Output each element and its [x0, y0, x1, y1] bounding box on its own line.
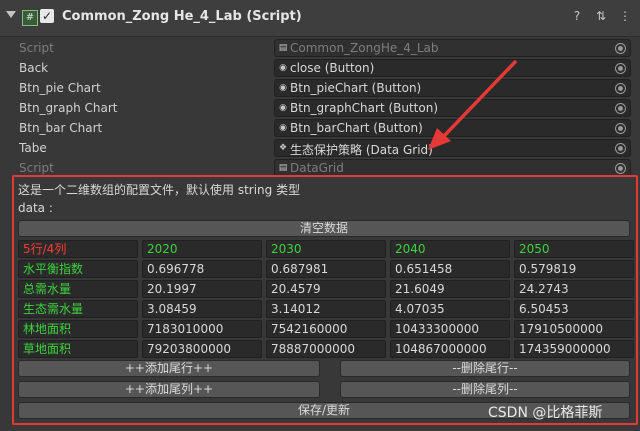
- button-object-icon: ◉: [279, 103, 287, 113]
- script-icon: #: [22, 10, 38, 26]
- property-row-btn-bar-chart: Btn_bar Chart ◉ Btn_barChart (Button): [0, 118, 640, 138]
- grid-row-header[interactable]: 草地面积: [18, 340, 138, 358]
- grid-value-cell[interactable]: 79203800000: [142, 340, 262, 358]
- object-field-value: DataGrid: [290, 161, 344, 175]
- button-object-icon: ◉: [279, 63, 287, 73]
- object-picker-icon[interactable]: [615, 83, 626, 94]
- grid-corner-cell[interactable]: 5行/4列: [18, 240, 138, 258]
- delete-row-button[interactable]: --删除尾行--: [340, 360, 630, 377]
- grid-year-cell[interactable]: 2040: [390, 240, 510, 258]
- property-row-btn-pie-chart: Btn_pie Chart ◉ Btn_pieChart (Button): [0, 78, 640, 98]
- add-row-button[interactable]: ++添加尾行++: [18, 360, 320, 377]
- object-picker-icon[interactable]: [615, 163, 626, 174]
- object-field-value: Common_ZongHe_4_Lab: [290, 41, 439, 55]
- object-picker-icon[interactable]: [615, 63, 626, 74]
- grid-row-header[interactable]: 总需水量: [18, 280, 138, 298]
- grid-value-cell[interactable]: 7542160000: [266, 320, 386, 338]
- watermark: CSDN @比格菲斯: [488, 405, 603, 421]
- grid-value-cell[interactable]: 10433300000: [390, 320, 510, 338]
- more-options-icon[interactable]: ⋮: [618, 9, 632, 23]
- object-field-value: Btn_pieChart (Button): [290, 81, 422, 95]
- datagrid-object-icon: ❖: [278, 143, 288, 153]
- delete-column-button[interactable]: --删除尾列--: [340, 381, 630, 398]
- property-label: Back: [19, 61, 49, 75]
- object-field-value: Btn_graphChart (Button): [290, 101, 439, 115]
- grid-value-cell[interactable]: 21.6049: [390, 280, 510, 298]
- property-label: Btn_graph Chart: [19, 101, 118, 115]
- grid-value-cell[interactable]: 17910500000: [514, 320, 634, 338]
- grid-value-cell[interactable]: 3.14012: [266, 300, 386, 318]
- button-object-icon: ◉: [279, 123, 287, 133]
- object-picker-icon[interactable]: [615, 143, 626, 154]
- grid-value-cell[interactable]: 104867000000: [390, 340, 510, 358]
- object-field-btn-graph-chart[interactable]: ◉ Btn_graphChart (Button): [274, 99, 631, 117]
- property-row-script: Script ▤ Common_ZongHe_4_Lab: [0, 38, 640, 58]
- object-field-script[interactable]: ▤ Common_ZongHe_4_Lab: [274, 39, 631, 57]
- grid-row-header[interactable]: 生态需水量: [18, 300, 138, 318]
- grid-value-cell[interactable]: 20.4579: [266, 280, 386, 298]
- grid-value-cell[interactable]: 3.08459: [142, 300, 262, 318]
- property-label: Btn_bar Chart: [19, 121, 103, 135]
- help-icon[interactable]: ?: [570, 9, 584, 23]
- property-label: Btn_pie Chart: [19, 81, 101, 95]
- component-title: Common_Zong He_4_Lab (Script): [62, 9, 302, 24]
- grid-value-cell[interactable]: 7183010000: [142, 320, 262, 338]
- object-picker-icon[interactable]: [615, 123, 626, 134]
- data-label: data :: [18, 201, 53, 215]
- object-field-value: Btn_barChart (Button): [290, 121, 423, 135]
- header-tools: ? ⇅ ⋮: [570, 9, 632, 23]
- grid-value-cell[interactable]: 0.687981: [266, 260, 386, 278]
- object-field-tabe[interactable]: ❖ 生态保护策略 (Data Grid): [274, 139, 631, 157]
- grid-year-cell[interactable]: 2030: [266, 240, 386, 258]
- enabled-checkbox[interactable]: ✓: [40, 9, 54, 23]
- grid-row-header[interactable]: 林地面积: [18, 320, 138, 338]
- grid-value-cell[interactable]: 174359000000: [514, 340, 634, 358]
- grid-value-cell[interactable]: 0.651458: [390, 260, 510, 278]
- panel-description: 这是一个二维数组的配置文件，默认使用 string 类型: [18, 183, 301, 197]
- property-row-btn-graph-chart: Btn_graph Chart ◉ Btn_graphChart (Button…: [0, 98, 640, 118]
- grid-value-cell[interactable]: 0.696778: [142, 260, 262, 278]
- object-field-value: 生态保护策略 (Data Grid): [290, 143, 433, 157]
- foldout-arrow-icon[interactable]: [6, 11, 16, 18]
- grid-value-cell[interactable]: 6.50453: [514, 300, 634, 318]
- script-icon: ▤: [278, 163, 288, 173]
- object-picker-icon[interactable]: [615, 103, 626, 114]
- presets-icon[interactable]: ⇅: [594, 9, 608, 23]
- property-row-tabe: Tabe ❖ 生态保护策略 (Data Grid): [0, 138, 640, 158]
- property-row-back: Back ◉ close (Button): [0, 58, 640, 78]
- grid-value-cell[interactable]: 78887000000: [266, 340, 386, 358]
- object-field-btn-bar-chart[interactable]: ◉ Btn_barChart (Button): [274, 119, 631, 137]
- grid-value-cell[interactable]: 24.2743: [514, 280, 634, 298]
- grid-value-cell[interactable]: 0.579819: [514, 260, 634, 278]
- grid-value-cell[interactable]: 4.07035: [390, 300, 510, 318]
- object-field-script-datagrid[interactable]: ▤ DataGrid: [274, 159, 631, 175]
- add-column-button[interactable]: ++添加尾列++: [18, 381, 320, 398]
- component-header: # ✓ Common_Zong He_4_Lab (Script) ? ⇅ ⋮: [0, 0, 640, 37]
- grid-value-cell[interactable]: 20.1997: [142, 280, 262, 298]
- property-row-script-datagrid: Script ▤ DataGrid: [0, 158, 640, 175]
- grid-year-cell[interactable]: 2020: [142, 240, 262, 258]
- property-label: Script: [19, 161, 54, 175]
- button-object-icon: ◉: [279, 83, 287, 93]
- script-icon: ▤: [278, 43, 288, 53]
- grid-year-cell[interactable]: 2050: [514, 240, 634, 258]
- property-label: Script: [19, 41, 54, 55]
- object-field-value: close (Button): [290, 61, 375, 75]
- object-picker-icon[interactable]: [615, 43, 626, 54]
- grid-row-header[interactable]: 水平衡指数: [18, 260, 138, 278]
- object-field-back[interactable]: ◉ close (Button): [274, 59, 631, 77]
- clear-data-button[interactable]: 清空数据: [18, 220, 630, 237]
- property-label: Tabe: [19, 141, 47, 155]
- object-field-btn-pie-chart[interactable]: ◉ Btn_pieChart (Button): [274, 79, 631, 97]
